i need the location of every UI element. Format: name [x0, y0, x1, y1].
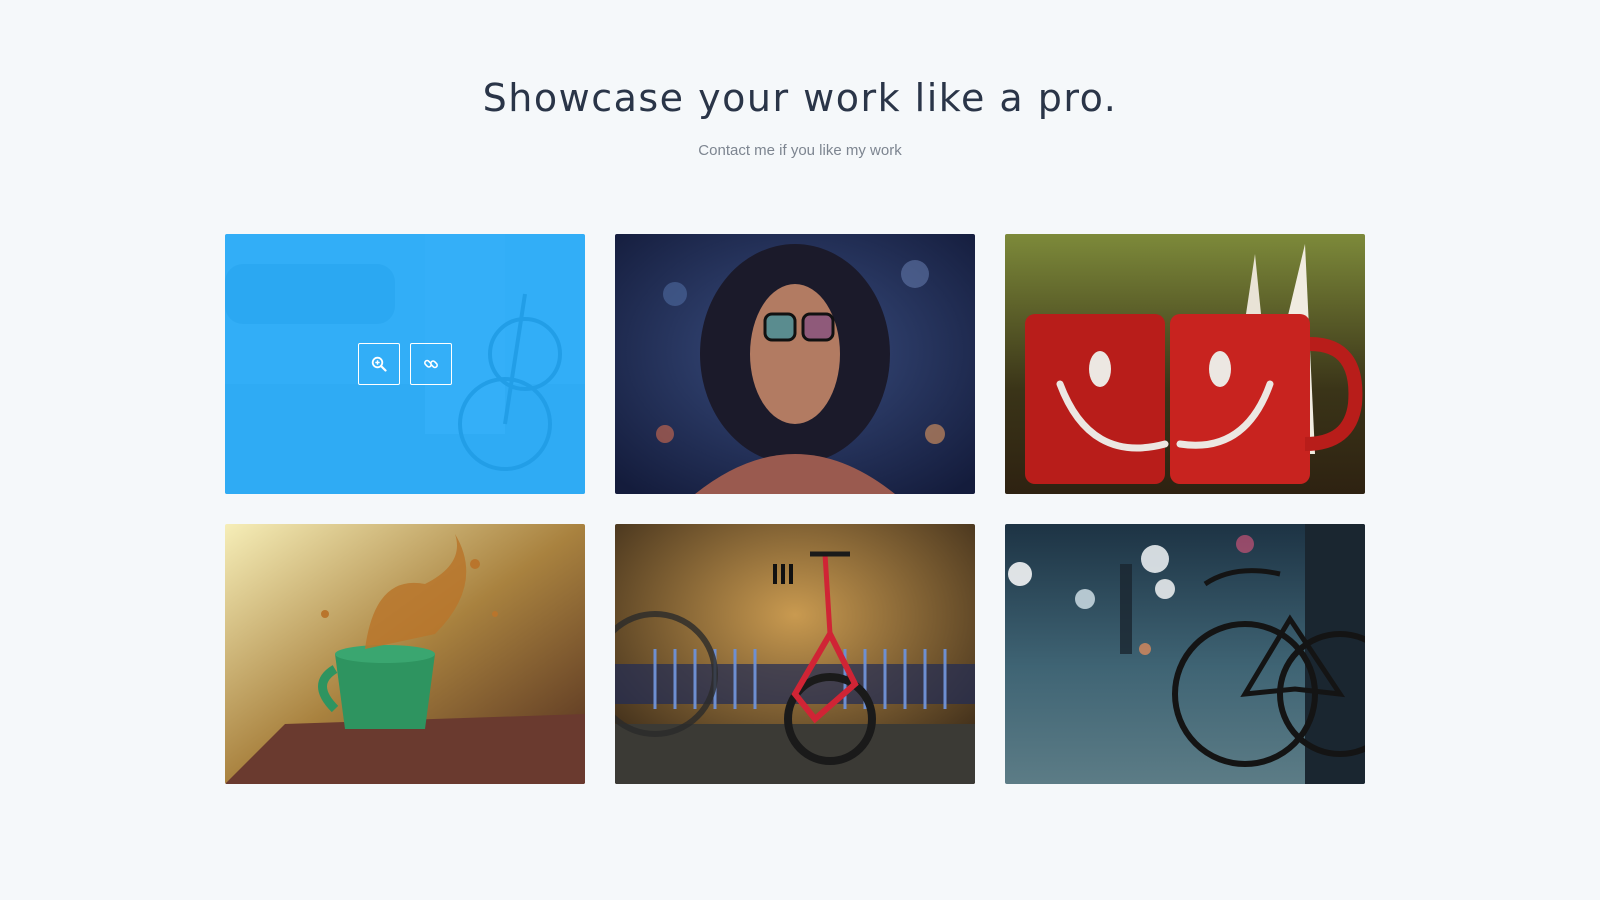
- page-title: Showcase your work like a pro.: [482, 76, 1118, 120]
- portfolio-item-red-bicycle[interactable]: [615, 524, 975, 784]
- portfolio-item-street-bokeh-bicycle[interactable]: [1005, 524, 1365, 784]
- portfolio-item-red-mugs[interactable]: [1005, 234, 1365, 494]
- portfolio-image: [1005, 234, 1365, 494]
- portfolio-image: [615, 524, 975, 784]
- portfolio-image: [615, 234, 975, 494]
- portfolio-grid: [225, 234, 1365, 784]
- link-button[interactable]: [410, 343, 452, 385]
- portfolio-item-street-bicycle[interactable]: [225, 234, 585, 494]
- page: Showcase your work like a pro. Contact m…: [0, 0, 1600, 900]
- hero-section: Showcase your work like a pro. Contact m…: [0, 0, 1600, 159]
- link-icon: [424, 359, 438, 369]
- zoom-button[interactable]: [358, 343, 400, 385]
- page-subtitle: Contact me if you like my work: [698, 142, 902, 159]
- hover-overlay: [225, 234, 585, 494]
- portfolio-image: [225, 524, 585, 784]
- portfolio-image: [1005, 524, 1365, 784]
- portfolio-item-woman-sunglasses[interactable]: [615, 234, 975, 494]
- portfolio-item-coffee-splash[interactable]: [225, 524, 585, 784]
- zoom-in-icon: [371, 356, 387, 372]
